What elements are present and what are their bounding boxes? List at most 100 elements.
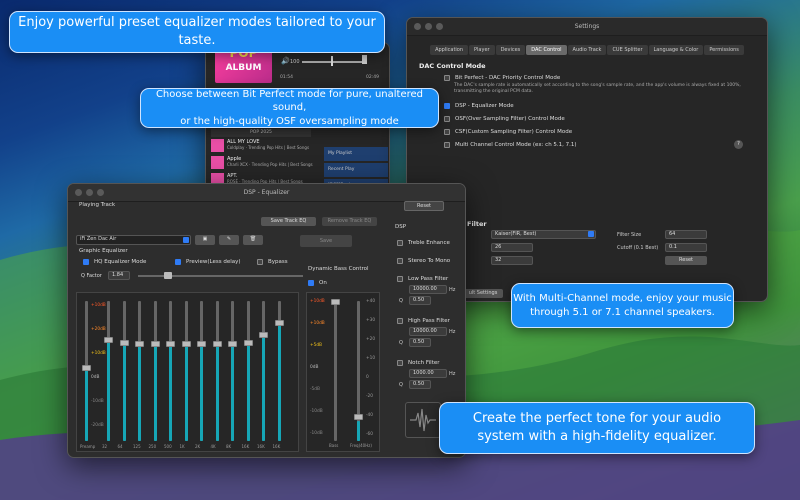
playlist-header[interactable]: POP 2025: [211, 129, 311, 137]
save-button[interactable]: Save: [300, 235, 352, 247]
checkbox[interactable]: [444, 129, 450, 135]
high-pass-hz-input[interactable]: 10000.00: [409, 327, 447, 336]
checkbox[interactable]: [83, 259, 89, 265]
high-pass-q-input[interactable]: 0.50: [409, 338, 431, 347]
eq-band-slider[interactable]: [181, 301, 191, 441]
param2-select[interactable]: 32: [491, 256, 533, 265]
track-row-2[interactable]: Apple Charli XCX · Trending Pop Hits | Be…: [211, 156, 321, 172]
edit-preset-icon-button[interactable]: ✎: [219, 235, 239, 245]
checkbox[interactable]: [444, 142, 450, 148]
notch-filter-checkbox[interactable]: Notch Filter: [397, 360, 440, 366]
eq-band-knob[interactable]: [104, 337, 113, 344]
bypass-checkbox[interactable]: Bypass: [257, 259, 288, 265]
preamp-slider[interactable]: [82, 301, 91, 441]
checkbox[interactable]: [397, 258, 403, 264]
volume-knob[interactable]: [331, 56, 333, 66]
eq-band-slider[interactable]: [212, 301, 222, 441]
bass-freq-slider[interactable]: [354, 301, 363, 441]
checkbox[interactable]: [444, 116, 450, 122]
checkbox[interactable]: [308, 280, 314, 286]
help-icon[interactable]: ?: [734, 140, 743, 149]
tab-devices[interactable]: Devices: [495, 45, 526, 55]
option-csf[interactable]: CSF(Custom Sampling Filter) Control Mode: [444, 129, 572, 135]
filter-type-select[interactable]: Kaiser(FIR, Best): [491, 230, 596, 239]
volume-icon[interactable]: 🔊: [281, 57, 290, 65]
track-row-1[interactable]: ALL MY LOVE Coldplay · Trending Pop Hits …: [211, 139, 321, 155]
tab-language-color[interactable]: Language & Color: [648, 45, 704, 55]
checkbox[interactable]: [444, 75, 450, 81]
option-multichannel[interactable]: Multi Channel Control Mode (ex: ch 5.1, …: [444, 142, 577, 148]
eq-band-slider[interactable]: [259, 301, 268, 441]
tab-application[interactable]: Application: [430, 45, 469, 55]
treble-enhance-checkbox[interactable]: Treble Enhance: [397, 240, 450, 246]
notch-q-input[interactable]: 0.50: [409, 380, 431, 389]
remove-track-eq-button[interactable]: Remove Track EQ: [322, 217, 377, 226]
cutoff-select[interactable]: 0.1: [665, 243, 707, 252]
tab-dac-control[interactable]: DAC Control: [526, 45, 567, 55]
eq-band-knob[interactable]: [274, 320, 284, 327]
option-osf[interactable]: OSF(Over Sampling Filter) Control Mode: [444, 116, 565, 122]
eq-band-slider[interactable]: [135, 301, 144, 441]
checkbox[interactable]: [175, 259, 181, 265]
eq-reset-button[interactable]: Reset: [404, 201, 444, 211]
side-item-recent-play[interactable]: Recent Play: [324, 163, 388, 177]
eq-band-knob[interactable]: [228, 341, 237, 348]
eq-band-knob[interactable]: [212, 341, 222, 348]
preview-checkbox[interactable]: Preview(Less delay): [175, 259, 241, 265]
low-pass-q-input[interactable]: 0.50: [409, 296, 431, 305]
settings-icon[interactable]: [362, 55, 367, 64]
eq-band-freq-label: 4K: [210, 444, 216, 449]
eq-band-knob[interactable]: [197, 341, 206, 348]
bass-on-checkbox[interactable]: On: [308, 280, 327, 286]
eq-band-knob[interactable]: [243, 340, 253, 346]
high-pass-checkbox[interactable]: High Pass Filter: [397, 318, 450, 324]
eq-band-slider[interactable]: [150, 301, 160, 441]
tab-cue-splitter[interactable]: CUE Splitter: [607, 45, 648, 55]
side-item-my-playlist[interactable]: My Playlist: [324, 147, 388, 161]
eq-band-slider[interactable]: [104, 301, 113, 441]
eq-band-slider[interactable]: [166, 301, 175, 441]
option-dsp[interactable]: DSP - Equalizer Mode: [444, 103, 514, 109]
eq-band-knob[interactable]: [166, 341, 175, 348]
tab-player[interactable]: Player: [469, 45, 495, 55]
eq-band-slider[interactable]: [228, 301, 237, 441]
checkbox[interactable]: [397, 240, 403, 246]
tab-audio-track[interactable]: Audio Track: [567, 45, 607, 55]
q-factor-knob[interactable]: [164, 272, 172, 279]
param1-select[interactable]: 26: [491, 243, 533, 252]
hq-eq-mode-checkbox[interactable]: HQ Equalizer Mode: [83, 259, 146, 265]
default-settings-button[interactable]: ult Settings: [463, 289, 503, 298]
stereo-mono-checkbox[interactable]: Stereo To Mono: [397, 258, 450, 264]
checkbox[interactable]: [397, 360, 403, 366]
eq-band-slider[interactable]: [243, 301, 253, 441]
eq-band-knob[interactable]: [135, 341, 144, 348]
eq-band-knob[interactable]: [181, 341, 191, 348]
checkbox[interactable]: [444, 103, 450, 109]
option-bit-perfect[interactable]: Bit Perfect - DAC Priority Control Mode: [444, 75, 560, 81]
eq-band-slider[interactable]: [119, 301, 129, 441]
notch-hz-input[interactable]: 1000.00: [409, 369, 447, 378]
filter-reset-button[interactable]: Reset: [665, 256, 707, 265]
checkbox[interactable]: [397, 318, 403, 324]
bass-knob[interactable]: [331, 299, 340, 305]
checkbox[interactable]: [257, 259, 263, 265]
delete-preset-icon-button[interactable]: 🗑: [243, 235, 263, 245]
eq-band-knob[interactable]: [150, 341, 160, 348]
low-pass-checkbox[interactable]: Low Pass Filter: [397, 276, 448, 282]
low-pass-hz-input[interactable]: 10000.00: [409, 285, 447, 294]
q-factor-input[interactable]: 1.84: [108, 271, 130, 280]
bass-slider[interactable]: [331, 299, 340, 441]
checkbox[interactable]: [397, 276, 403, 282]
q-factor-slider[interactable]: [138, 275, 303, 277]
eq-band-knob[interactable]: [259, 331, 268, 338]
eq-band-slider[interactable]: [274, 301, 284, 441]
save-preset-icon-button[interactable]: ▣: [195, 235, 215, 245]
eq-band-slider[interactable]: [197, 301, 206, 441]
eq-band-knob[interactable]: [119, 340, 129, 346]
save-track-eq-button[interactable]: Save Track EQ: [261, 217, 316, 226]
bass-freq-knob[interactable]: [354, 414, 363, 420]
tab-permissions[interactable]: Permissions: [704, 45, 744, 55]
filter-size-select[interactable]: 64: [665, 230, 707, 239]
preset-select[interactable]: iFi Zen Dac Air: [76, 235, 191, 245]
eq-band-knob[interactable]: [82, 365, 91, 372]
